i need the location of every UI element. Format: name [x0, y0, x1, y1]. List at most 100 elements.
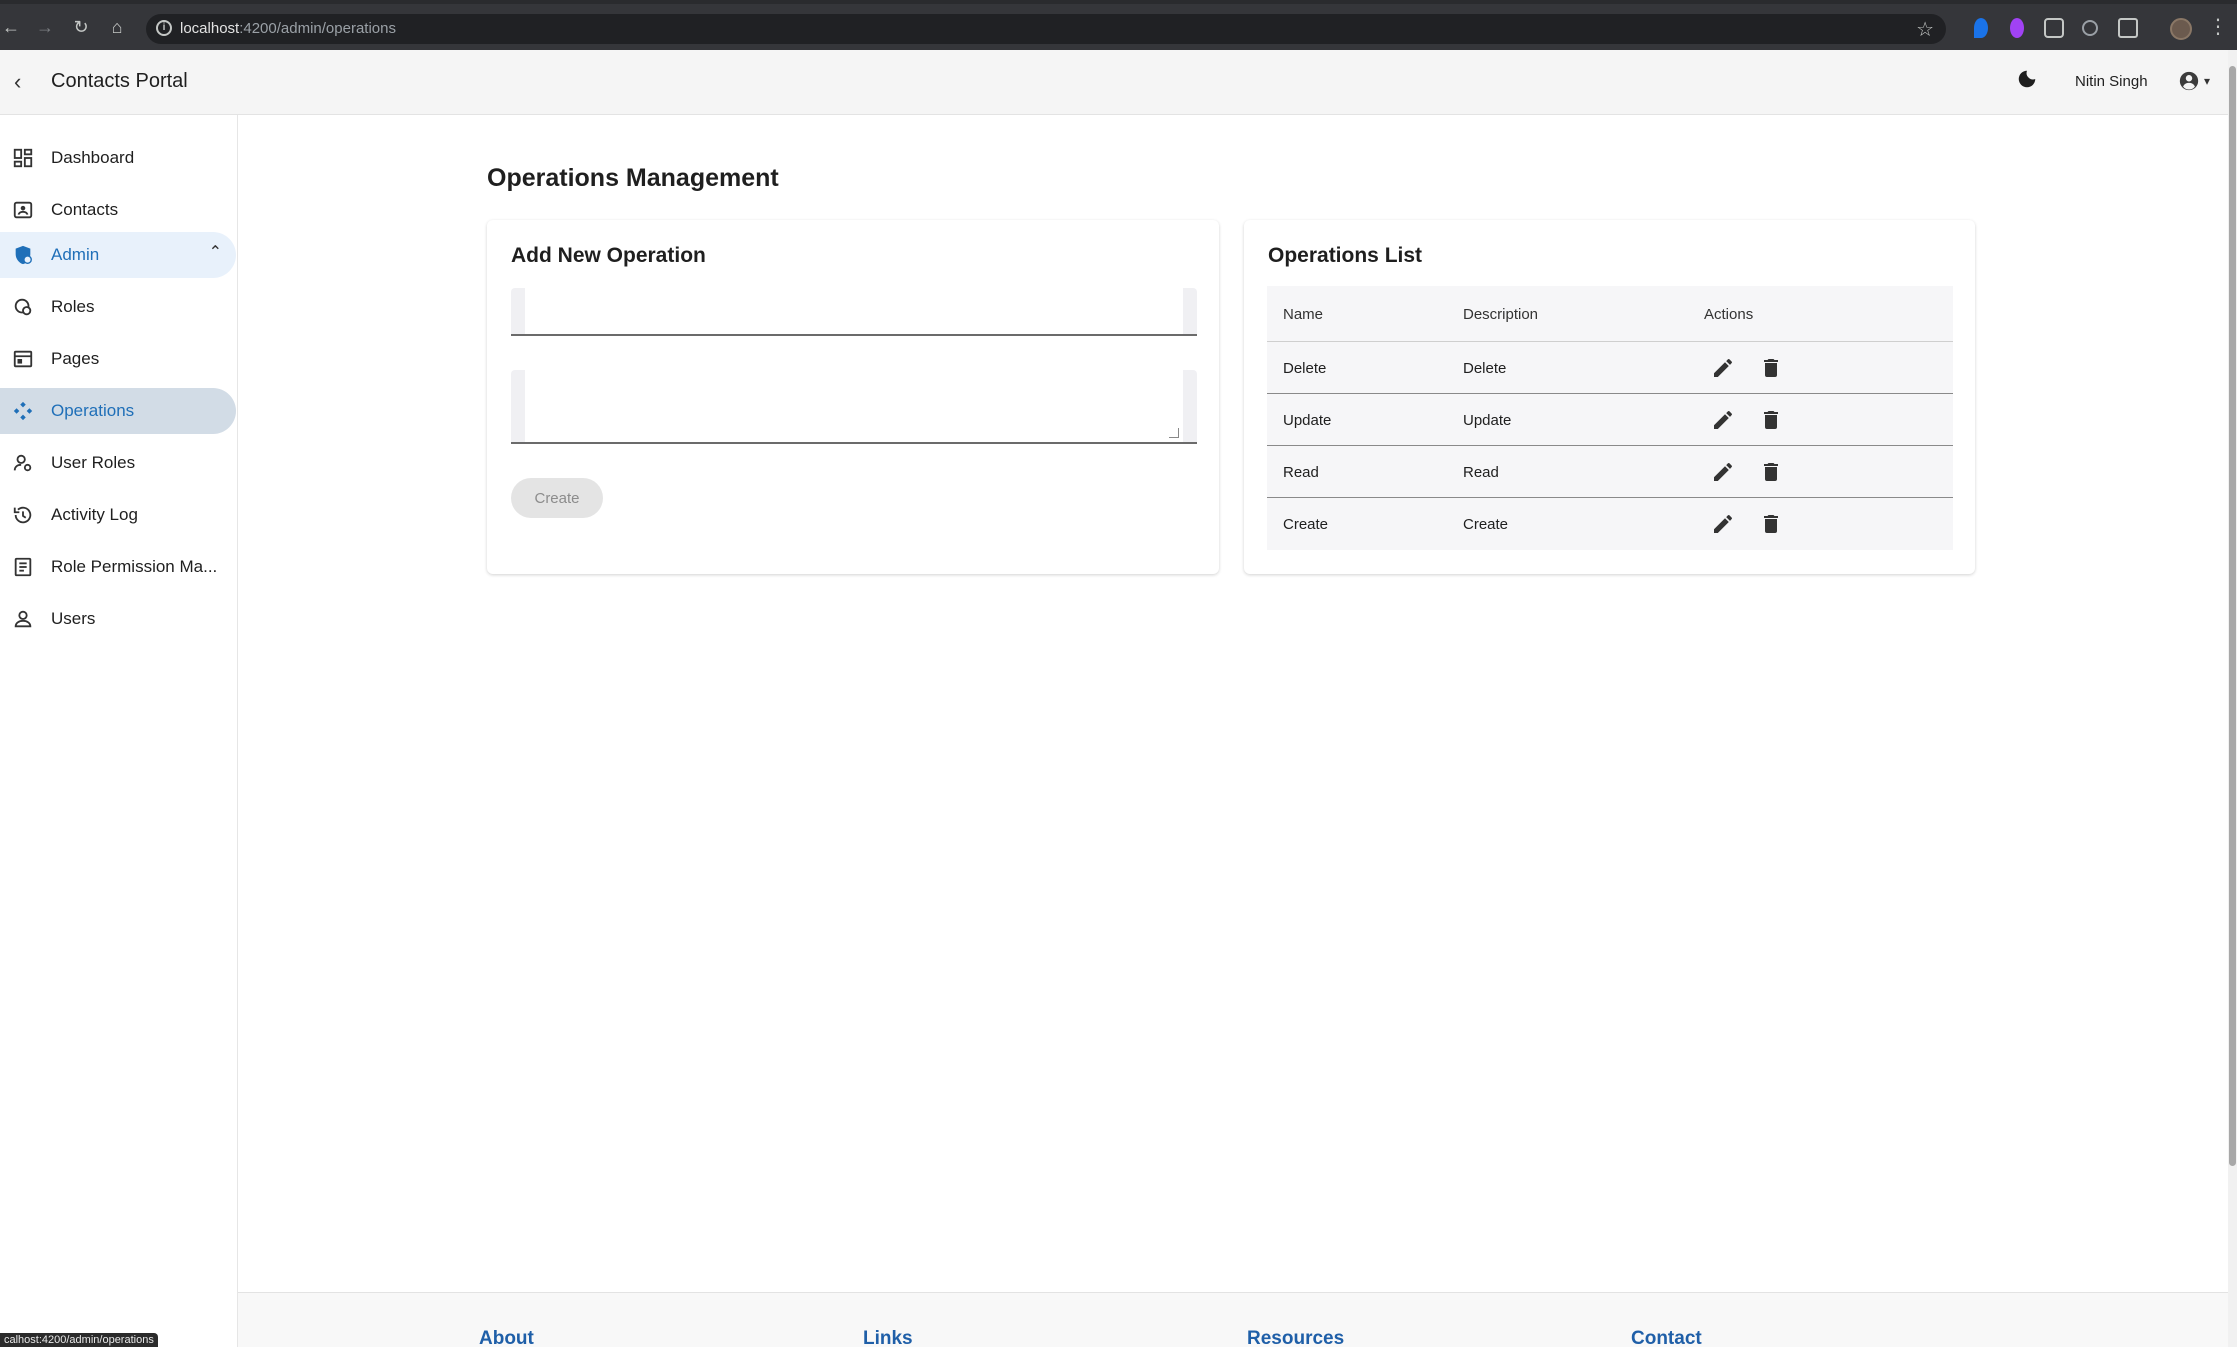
- operations-table: Name Description Actions Delete Delete U…: [1267, 286, 1953, 550]
- account-menu-caret-icon[interactable]: ▾: [2204, 74, 2210, 88]
- user-name[interactable]: Nitin Singh: [2075, 73, 2148, 90]
- cell-description: Read: [1463, 464, 1499, 481]
- footer-heading-about: About: [479, 1328, 534, 1347]
- table-row: Read Read: [1267, 446, 1953, 498]
- cell-description: Update: [1463, 412, 1512, 429]
- sidebar-item-users[interactable]: Users: [0, 596, 236, 642]
- extensions-puzzle-icon[interactable]: [2118, 18, 2138, 38]
- sidebar-item-label: Roles: [51, 297, 95, 316]
- footer-heading-links: Links: [863, 1328, 913, 1347]
- sidebar-item-label: Contacts: [51, 200, 119, 219]
- table-row: Delete Delete: [1267, 342, 1953, 394]
- edit-icon[interactable]: [1711, 356, 1735, 380]
- sidebar-item-admin[interactable]: Admin ⌃: [0, 232, 236, 278]
- sidebar-item-label: Activity Log: [51, 505, 138, 524]
- footer-heading-contact: Contact: [1631, 1328, 1702, 1347]
- dark-mode-icon[interactable]: [2016, 68, 2038, 90]
- extension-heart-icon[interactable]: [2010, 18, 2024, 38]
- sidebar-item-label: User Roles: [51, 453, 136, 472]
- reload-icon[interactable]: ↻: [70, 16, 92, 38]
- delete-icon[interactable]: [1759, 408, 1783, 432]
- admin-icon: [15, 245, 32, 265]
- page-scrollbar[interactable]: [2228, 50, 2237, 1347]
- chevron-up-icon[interactable]: ⌃: [209, 242, 222, 262]
- address-bar[interactable]: i localhost:4200/admin/operations ☆: [146, 14, 1946, 44]
- sidebar-item-dashboard[interactable]: Dashboard: [0, 135, 236, 181]
- create-button[interactable]: Create: [511, 478, 603, 518]
- cell-name: Delete: [1283, 360, 1327, 377]
- sidebar-item-operations[interactable]: Operations: [0, 388, 236, 434]
- input-surface[interactable]: [525, 288, 1183, 334]
- resize-grip-icon[interactable]: [1169, 428, 1179, 438]
- account-circle-icon[interactable]: [2178, 70, 2200, 92]
- home-icon[interactable]: ⌂: [106, 16, 128, 38]
- table-row: Update Update: [1267, 394, 1953, 446]
- operation-name-input[interactable]: [511, 288, 1197, 336]
- scrollbar-thumb[interactable]: [2229, 66, 2236, 1166]
- operations-list-card: Operations List Name Description Actions…: [1244, 220, 1975, 574]
- column-header-actions: Actions: [1704, 306, 1754, 323]
- operations-icon: [13, 401, 33, 421]
- extension-circle-icon[interactable]: [2082, 20, 2098, 36]
- card-title: Add New Operation: [511, 244, 706, 267]
- column-header-name: Name: [1283, 306, 1324, 323]
- cell-description: Delete: [1463, 360, 1507, 377]
- browser-profile-avatar[interactable]: [2170, 18, 2192, 40]
- url-host: localhost: [180, 20, 240, 37]
- edit-icon[interactable]: [1711, 512, 1735, 536]
- collapse-sidebar-icon[interactable]: ‹: [14, 70, 21, 94]
- cell-name: Update: [1283, 412, 1332, 429]
- user-roles-icon: [13, 454, 32, 472]
- delete-icon[interactable]: [1759, 356, 1783, 380]
- delete-icon[interactable]: [1759, 460, 1783, 484]
- history-icon: [13, 506, 32, 524]
- app-title: Contacts Portal: [51, 70, 188, 92]
- cell-description: Create: [1463, 516, 1509, 533]
- dashboard-icon: [13, 148, 33, 168]
- footer: About Links Resources Contact: [238, 1292, 2228, 1347]
- url-text: localhost:4200/admin/operations: [180, 20, 396, 37]
- card-title: Operations List: [1268, 244, 1423, 267]
- sidebar-item-user-roles[interactable]: User Roles: [0, 440, 236, 486]
- list-icon: [14, 557, 32, 577]
- sidebar-item-pages[interactable]: Pages: [0, 336, 236, 382]
- column-header-description: Description: [1463, 306, 1539, 323]
- table-header: Name Description Actions: [1267, 286, 1953, 342]
- extension-location-icon[interactable]: [1974, 18, 1988, 38]
- sidebar-item-role-permission[interactable]: Role Permission Ma...: [0, 544, 236, 590]
- edit-icon[interactable]: [1711, 408, 1735, 432]
- operation-description-textarea[interactable]: [511, 370, 1197, 444]
- browser-toolbar: ← → ↻ ⌂ i localhost:4200/admin/operation…: [0, 0, 2237, 50]
- cell-name: Read: [1283, 464, 1319, 481]
- sidebar-item-contacts[interactable]: Contacts: [0, 187, 236, 233]
- forward-icon[interactable]: →: [34, 16, 56, 38]
- url-path: :4200/admin/operations: [239, 20, 396, 37]
- delete-icon[interactable]: [1759, 512, 1783, 536]
- page-title: Operations Management: [487, 164, 779, 192]
- edit-icon[interactable]: [1711, 460, 1735, 484]
- table-row: Create Create: [1267, 498, 1953, 550]
- sidebar-item-activity-log[interactable]: Activity Log: [0, 492, 236, 538]
- pages-icon: [13, 350, 33, 368]
- sidebar: Dashboard Contacts Admin ⌃ Roles Pages O…: [0, 115, 238, 1347]
- contacts-icon: [13, 201, 33, 219]
- bookmark-star-icon[interactable]: ☆: [1916, 17, 1934, 42]
- sidebar-item-roles[interactable]: Roles: [0, 284, 236, 330]
- status-bar-url: calhost:4200/admin/operations: [0, 1333, 158, 1347]
- browser-menu-icon[interactable]: ⋮: [2208, 16, 2228, 38]
- sidebar-item-label: Operations: [51, 401, 135, 420]
- sidebar-item-label: Users: [51, 609, 96, 628]
- sidebar-item-label: Pages: [51, 349, 100, 368]
- site-info-icon[interactable]: i: [156, 20, 172, 36]
- app-header: ‹ Contacts Portal Nitin Singh ▾: [0, 50, 2237, 115]
- footer-heading-resources: Resources: [1247, 1328, 1345, 1347]
- sidebar-item-label: Admin: [51, 245, 100, 264]
- textarea-surface[interactable]: [525, 370, 1183, 442]
- person-icon: [14, 610, 32, 628]
- roles-icon: [14, 298, 32, 316]
- extension-tab-icon[interactable]: [2044, 18, 2064, 38]
- sidebar-item-label: Role Permission Ma...: [51, 557, 218, 576]
- back-icon[interactable]: ←: [0, 16, 22, 38]
- cell-name: Create: [1283, 516, 1329, 533]
- add-operation-card: Add New Operation Create: [487, 220, 1219, 574]
